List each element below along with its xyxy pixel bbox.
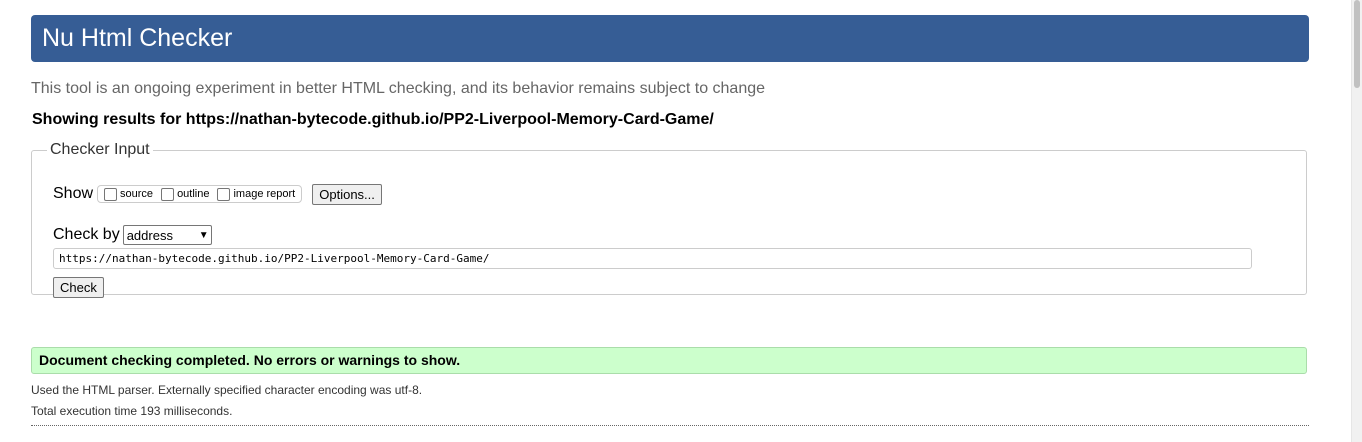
check-by-label: Check by (53, 226, 120, 243)
validator-page: Nu Html Checker This tool is an ongoing … (0, 0, 1362, 442)
show-source-option[interactable]: source (102, 187, 153, 201)
show-options-group: source outline image report (97, 185, 303, 203)
outline-checkbox-label[interactable]: outline (177, 188, 209, 200)
intro-text: This tool is an ongoing experiment in be… (31, 80, 766, 97)
source-checkbox-label[interactable]: source (120, 188, 153, 200)
showing-results-text: Showing results for https://nathan-bytec… (32, 111, 714, 128)
show-row: Show source outline image report Options… (53, 181, 382, 207)
success-message: Document checking completed. No errors o… (31, 347, 1307, 374)
show-label: Show (53, 185, 94, 202)
outline-checkbox[interactable] (161, 187, 175, 201)
checker-input-legend: Checker Input (50, 141, 150, 158)
execution-time: Total execution time 193 milliseconds. (31, 404, 233, 418)
scrollbar-thumb[interactable] (1354, 0, 1360, 88)
image-report-checkbox-label[interactable]: image report (233, 188, 295, 200)
check-button[interactable]: Check (53, 277, 104, 298)
check-by-select[interactable]: address ▼ (122, 225, 212, 245)
url-input[interactable]: https://nathan-bytecode.github.io/PP2-Li… (53, 248, 1252, 269)
parser-info: Used the HTML parser. Externally specifi… (31, 383, 423, 397)
show-image-report-option[interactable]: image report (215, 187, 295, 201)
checker-input-fieldset: Checker Input Show source outline image … (31, 141, 1307, 298)
chevron-down-icon[interactable]: ▼ (199, 230, 209, 241)
vertical-scrollbar[interactable] (1351, 0, 1362, 442)
source-checkbox[interactable] (104, 187, 118, 201)
check-by-selected-value[interactable]: address (127, 228, 173, 243)
page-header: Nu Html Checker (31, 15, 1309, 62)
show-outline-option[interactable]: outline (159, 187, 209, 201)
page-title: Nu Html Checker (42, 24, 233, 52)
image-report-checkbox[interactable] (217, 187, 231, 201)
check-by-row: Check by address ▼ (53, 225, 212, 245)
options-button[interactable]: Options... (312, 183, 382, 205)
divider (31, 425, 1309, 426)
